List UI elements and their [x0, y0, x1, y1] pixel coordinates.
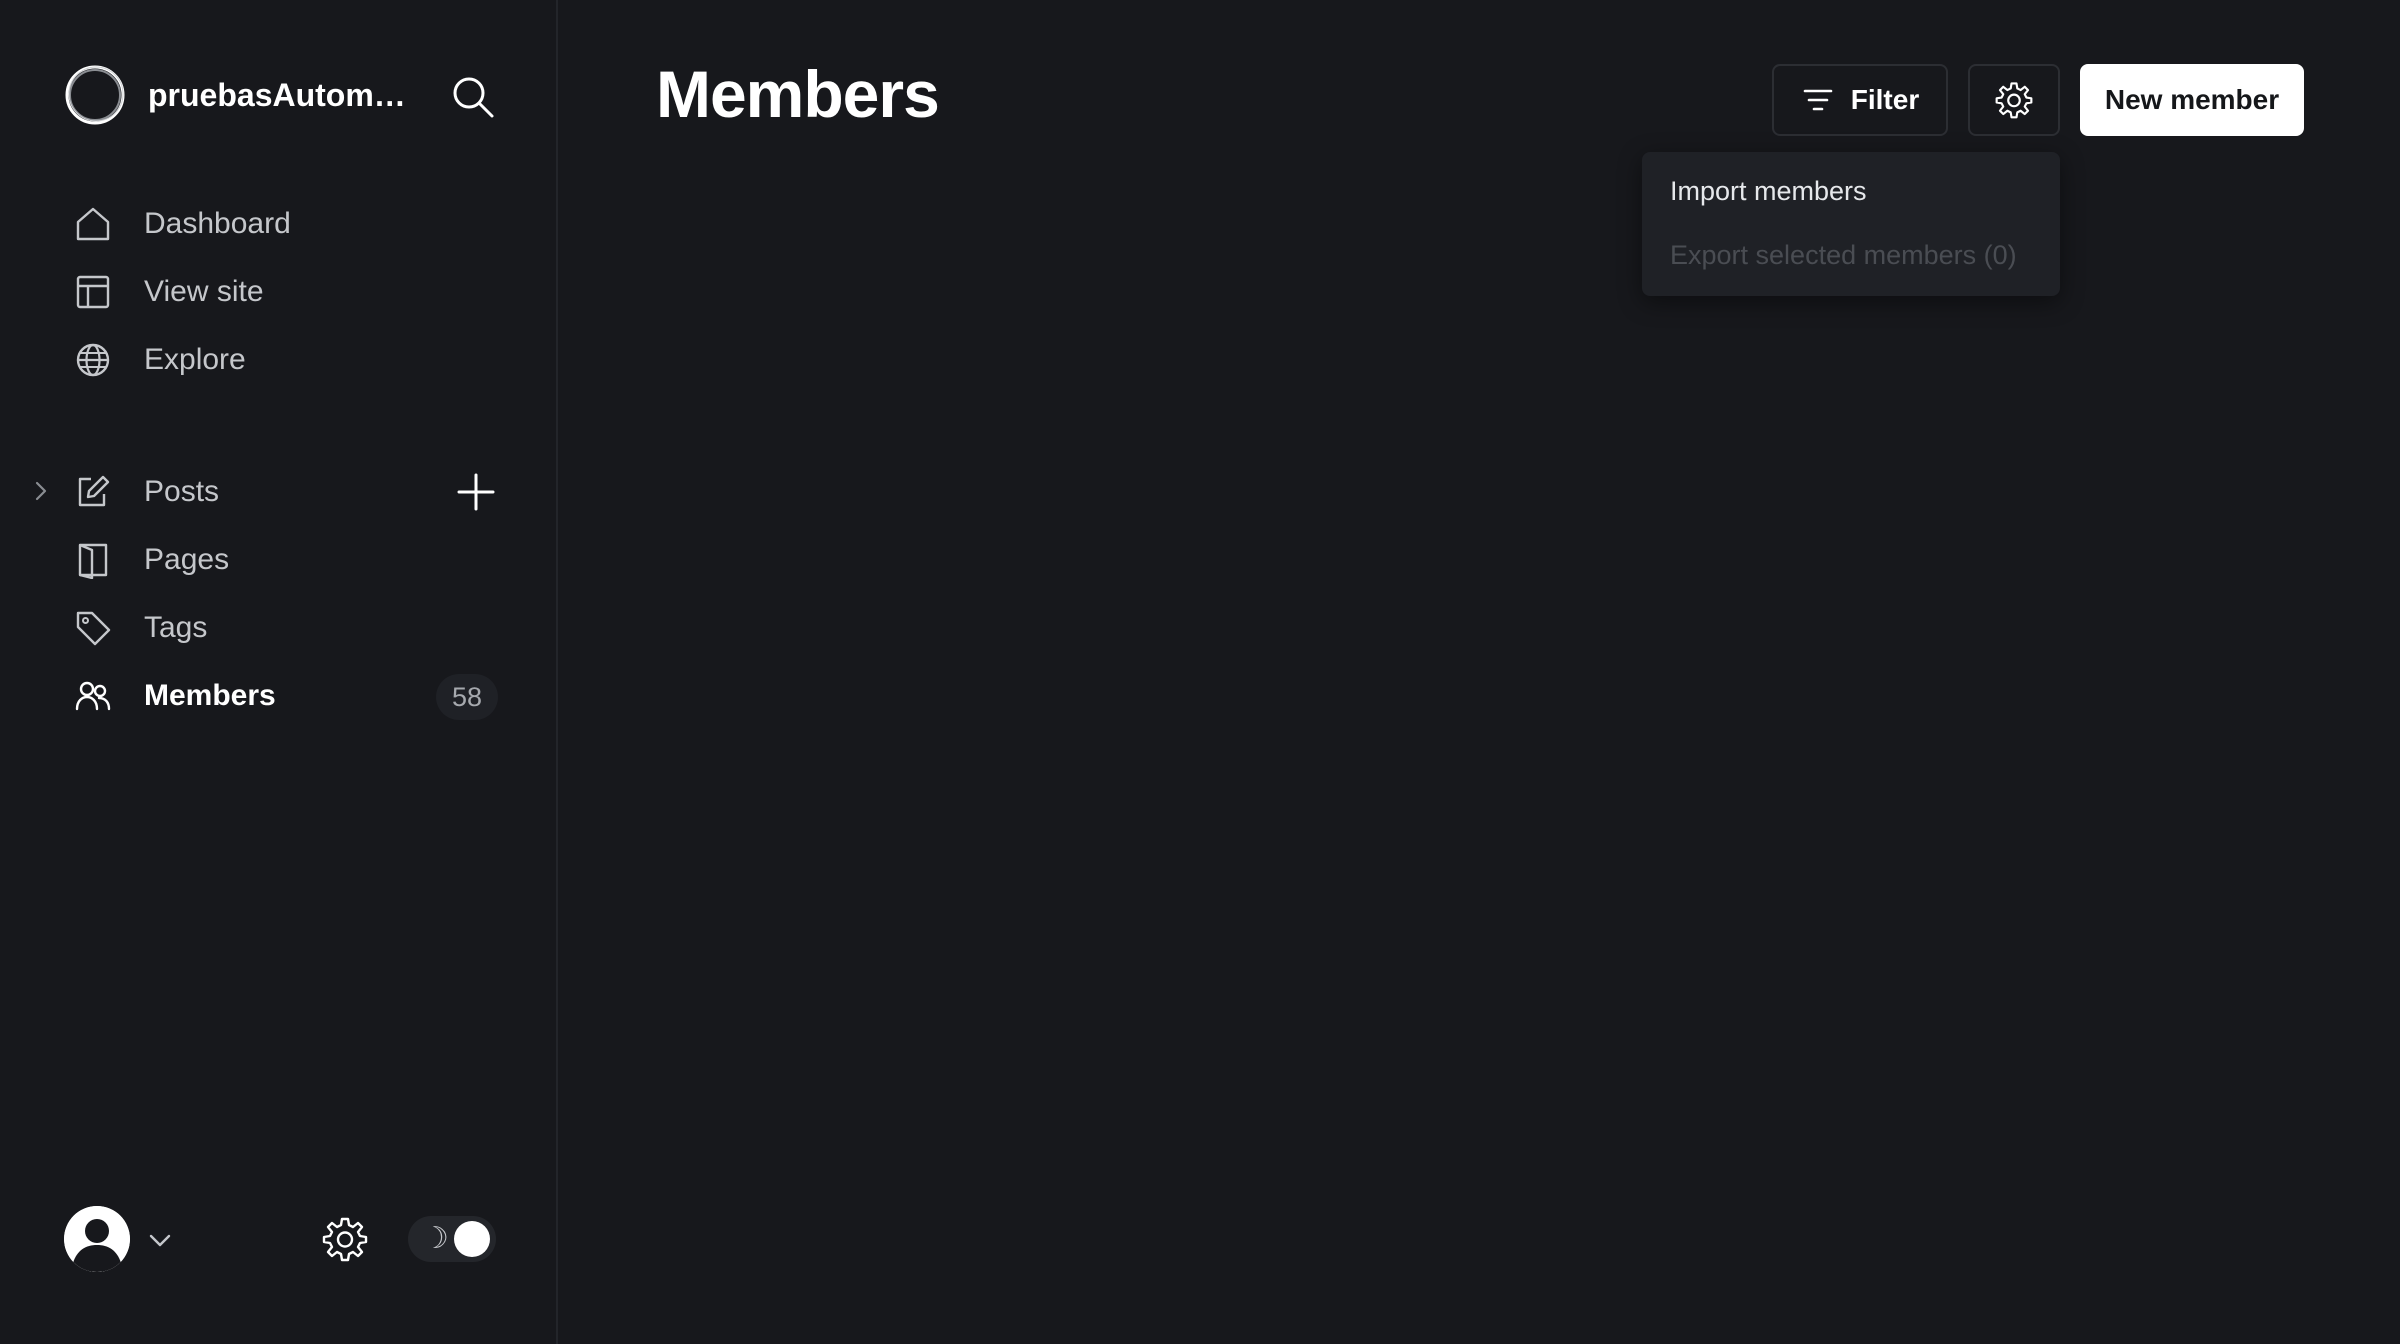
sidebar-item-label: Members [144, 679, 276, 712]
brand[interactable]: pruebasAutoma... [64, 64, 410, 126]
sidebar-item-dashboard[interactable]: Dashboard [74, 196, 504, 252]
book-icon [78, 543, 108, 579]
sidebar-item-label: Posts [144, 475, 220, 508]
sidebar-item-label: Pages [144, 543, 230, 576]
site-logo-icon [65, 65, 125, 125]
new-member-button[interactable]: New member [2080, 64, 2304, 136]
sidebar-item-label: Explore [144, 343, 246, 376]
sidebar-item-label: Tags [144, 611, 208, 644]
chevron-right-icon[interactable] [28, 478, 54, 504]
sidebar-item-tags[interactable]: Tags [74, 600, 504, 656]
sidebar-item-explore[interactable]: Explore [74, 332, 504, 388]
site-name: pruebasAutoma... [148, 76, 410, 113]
members-actions-menu: Import members Export selected members (… [1642, 152, 2060, 296]
app: pruebasAutoma... Dashboard View site Exp… [0, 0, 2400, 1344]
members-settings-button[interactable] [1968, 64, 2060, 136]
filter-icon [1803, 89, 1833, 111]
tag-icon [76, 611, 111, 646]
home-icon [76, 207, 110, 241]
sidebar-item-view-site[interactable]: View site [74, 264, 504, 320]
toggle-knob [454, 1221, 490, 1257]
new-member-button-label: New member [2104, 84, 2280, 115]
sidebar-item-label: Dashboard [144, 207, 291, 240]
sidebar-item-pages[interactable]: Pages [74, 532, 504, 588]
page-title: Members [656, 57, 940, 131]
theme-toggle[interactable]: ☽ [408, 1216, 496, 1262]
search-icon[interactable] [450, 74, 496, 120]
chevron-down-icon[interactable] [146, 1226, 174, 1254]
sidebar-item-posts[interactable]: Posts [74, 464, 414, 520]
members-count-badge: 58 [436, 674, 498, 720]
avatar[interactable] [64, 1206, 130, 1272]
globe-icon [76, 343, 110, 377]
sidebar: pruebasAutoma... Dashboard View site Exp… [0, 0, 558, 1344]
gear-icon[interactable] [322, 1216, 368, 1262]
filter-button[interactable]: Filter [1772, 64, 1948, 136]
layout-icon [76, 275, 110, 309]
edit-icon [78, 475, 110, 507]
moon-icon: ☽ [422, 1222, 449, 1255]
users-icon [75, 681, 111, 711]
user-icon [64, 1206, 130, 1272]
gear-icon [1995, 82, 2033, 119]
filter-button-label: Filter [1850, 84, 1920, 115]
sidebar-item-label: View site [144, 275, 264, 308]
import-members-menu-item[interactable]: Import members [1670, 176, 1867, 207]
export-members-menu-item: Export selected members (0) [1670, 240, 2017, 270]
plus-icon[interactable] [456, 472, 496, 512]
